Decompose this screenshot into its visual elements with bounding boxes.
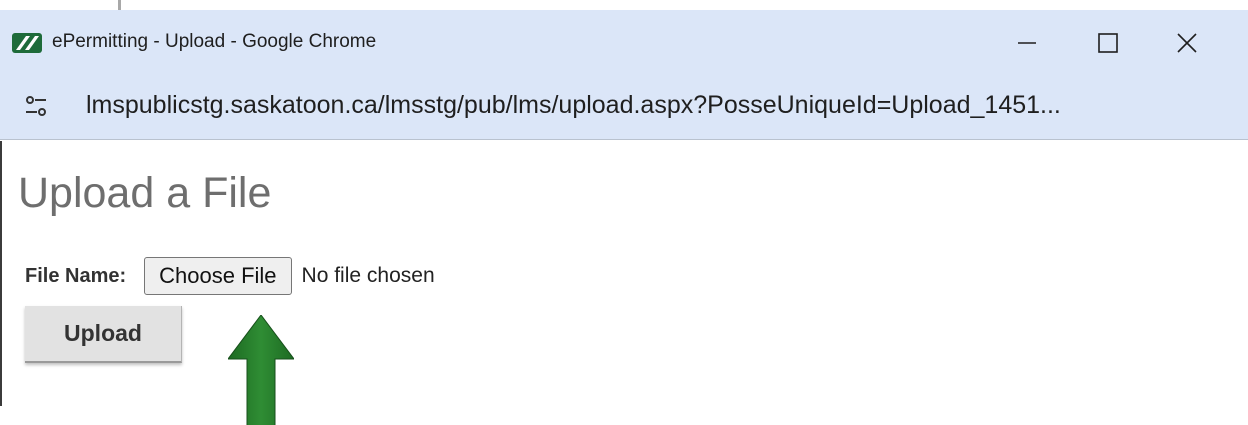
minimize-icon (1018, 42, 1036, 44)
site-info-tune-icon[interactable] (22, 92, 50, 120)
screenshot: ePermitting - Upload - Google Chrome lms… (0, 0, 1248, 425)
background-page-strip (0, 0, 1248, 10)
close-button[interactable] (1164, 23, 1210, 63)
maximize-button[interactable] (1085, 23, 1131, 63)
background-divider (118, 0, 121, 10)
page-title: Upload a File (18, 169, 272, 217)
file-name-label: File Name: (25, 264, 127, 287)
window-title: ePermitting - Upload - Google Chrome (52, 31, 377, 52)
up-arrow-icon (228, 315, 294, 425)
file-status-text: No file chosen (301, 264, 435, 287)
upload-button[interactable]: Upload (25, 306, 182, 363)
epermitting-logo-icon (12, 33, 42, 53)
close-icon (1177, 33, 1197, 53)
title-bar[interactable]: ePermitting - Upload - Google Chrome (0, 10, 1248, 72)
popup-window: ePermitting - Upload - Google Chrome lms… (0, 10, 1248, 425)
page-content: Upload a File File Name: Choose File No … (0, 141, 1248, 425)
minimize-button[interactable] (1004, 23, 1050, 63)
address-bar[interactable]: lmspublicstg.saskatoon.ca/lmsstg/pub/lms… (0, 72, 1248, 140)
url-text[interactable]: lmspublicstg.saskatoon.ca/lmsstg/pub/lms… (86, 91, 1061, 120)
content-left-border (0, 141, 2, 406)
file-input-row: File Name: Choose File No file chosen (25, 256, 435, 296)
maximize-icon (1098, 33, 1118, 53)
choose-file-button[interactable]: Choose File (144, 257, 292, 295)
